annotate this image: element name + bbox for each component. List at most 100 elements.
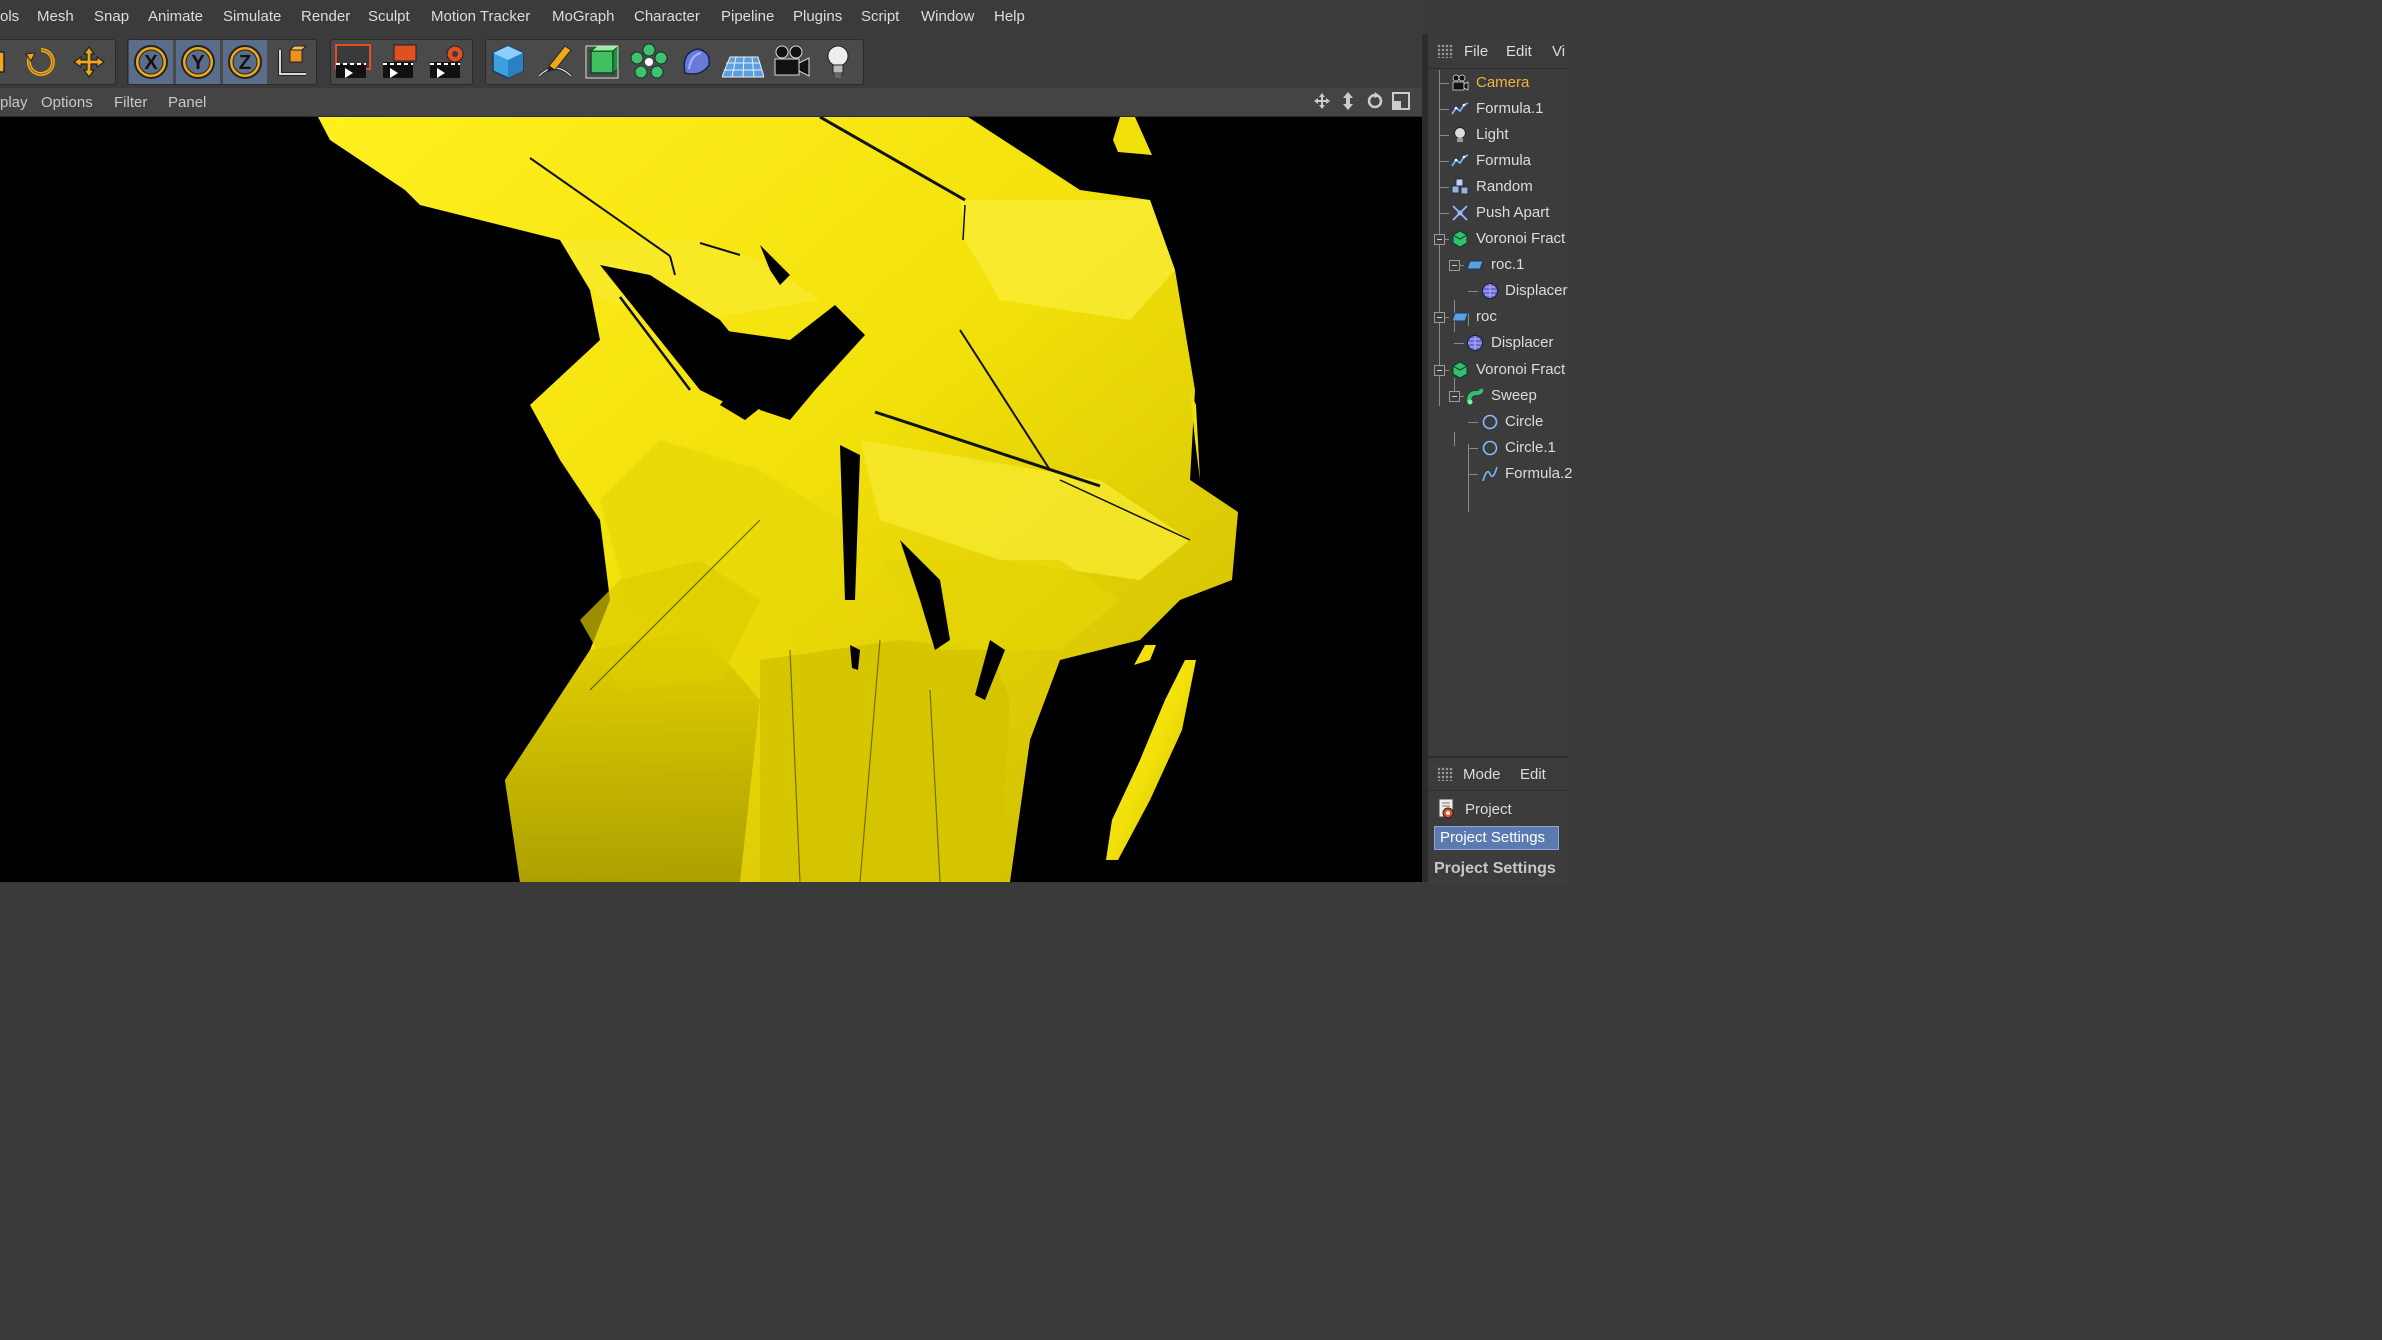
render-view-icon[interactable] bbox=[331, 40, 375, 84]
menu-tools[interactable]: ols bbox=[0, 8, 19, 25]
collapse-toggle-icon[interactable] bbox=[1434, 312, 1445, 323]
displacer-icon bbox=[1466, 334, 1484, 352]
cloner-icon[interactable] bbox=[627, 40, 671, 84]
object-row-circle-1[interactable]: Circle.1 bbox=[1428, 435, 1568, 461]
rotate-view-icon[interactable] bbox=[1366, 92, 1384, 110]
collapse-toggle-icon[interactable] bbox=[1434, 234, 1445, 245]
plane-icon bbox=[1451, 308, 1469, 326]
collapse-toggle-icon[interactable] bbox=[1434, 365, 1445, 376]
object-manager-menu-edit[interactable]: Edit bbox=[1506, 43, 1532, 60]
camera-icon bbox=[1451, 74, 1469, 92]
transform-tools-group bbox=[0, 39, 116, 85]
voronoi-fracture-icon bbox=[1451, 361, 1469, 379]
voronoi-fracture-icon bbox=[1451, 230, 1469, 248]
create-objects-group bbox=[485, 39, 864, 85]
panel-grip-icon[interactable] bbox=[1437, 44, 1453, 58]
section-title: Project Settings bbox=[1434, 860, 1556, 877]
object-row-voronoi-fracture[interactable]: Voronoi Fract bbox=[1428, 226, 1568, 252]
menu-window[interactable]: Window bbox=[921, 8, 974, 25]
menu-help[interactable]: Help bbox=[994, 8, 1025, 25]
menu-mograph[interactable]: MoGraph bbox=[552, 8, 615, 25]
object-manager-menu-file[interactable]: File bbox=[1464, 43, 1488, 60]
object-row-push-apart[interactable]: Push Apart bbox=[1428, 200, 1568, 226]
y-axis-lock-icon[interactable]: Y bbox=[176, 40, 220, 84]
floor-icon[interactable] bbox=[721, 40, 765, 84]
x-axis-lock-icon[interactable]: X bbox=[129, 40, 173, 84]
scale-tool-icon[interactable] bbox=[0, 40, 7, 84]
subdivision-icon[interactable] bbox=[580, 40, 624, 84]
object-row-formula-2[interactable]: Formula.2 bbox=[1428, 461, 1573, 487]
viewport-menu-options[interactable]: Options bbox=[41, 94, 93, 111]
sweep-icon bbox=[1466, 387, 1484, 405]
attribute-manager: Mode Edit Project Project Settings Proje… bbox=[1428, 756, 1568, 884]
object-row-displacer[interactable]: Displacer bbox=[1428, 278, 1568, 304]
deformer-icon[interactable] bbox=[674, 40, 718, 84]
rotate-tool-icon[interactable] bbox=[19, 40, 63, 84]
render-picture-viewer-icon[interactable] bbox=[378, 40, 422, 84]
menu-plugins[interactable]: Plugins bbox=[793, 8, 842, 25]
viewport-menu-panel[interactable]: Panel bbox=[168, 94, 206, 111]
toggle-view-layout-icon[interactable] bbox=[1392, 92, 1410, 110]
object-row-roc[interactable]: roc bbox=[1428, 304, 1568, 330]
object-name: Formula.1 bbox=[1476, 100, 1544, 117]
pan-view-icon[interactable] bbox=[1313, 92, 1331, 110]
object-row-formula-1[interactable]: Formula.1 bbox=[1428, 96, 1568, 122]
collapse-toggle-icon[interactable] bbox=[1449, 260, 1460, 271]
object-name: Push Apart bbox=[1476, 204, 1550, 221]
move-tool-icon[interactable] bbox=[67, 40, 111, 84]
pen-icon[interactable] bbox=[533, 40, 577, 84]
object-name: Formula bbox=[1476, 152, 1532, 169]
formula-spline-icon bbox=[1481, 465, 1499, 483]
axis-lock-group: X Y Z bbox=[127, 39, 317, 85]
main-menubar: ols Mesh Snap Animate Simulate Render Sc… bbox=[0, 0, 1426, 34]
random-effector-icon bbox=[1451, 178, 1469, 196]
menu-mesh[interactable]: Mesh bbox=[37, 8, 74, 25]
object-row-sweep[interactable]: Sweep bbox=[1428, 383, 1568, 409]
3d-viewport[interactable] bbox=[0, 117, 1422, 882]
object-name: roc bbox=[1476, 308, 1497, 325]
main-toolbar: X Y Z bbox=[0, 34, 1426, 88]
panel-grip-icon[interactable] bbox=[1437, 767, 1453, 781]
object-row-camera[interactable]: Camera bbox=[1428, 70, 1568, 96]
formula-spline-icon bbox=[1451, 100, 1469, 118]
object-row-light[interactable]: Light bbox=[1428, 122, 1568, 148]
attribute-menu-edit[interactable]: Edit bbox=[1520, 766, 1546, 783]
fractured-object-render bbox=[318, 117, 1238, 882]
collapse-toggle-icon[interactable] bbox=[1449, 391, 1460, 402]
viewport-menu-display[interactable]: play bbox=[0, 94, 28, 111]
object-row-random[interactable]: Random bbox=[1428, 174, 1568, 200]
object-row-displacer[interactable]: Displacer bbox=[1428, 330, 1568, 356]
coordinate-system-icon[interactable] bbox=[270, 40, 314, 84]
menu-character[interactable]: Character bbox=[634, 8, 700, 25]
object-name: Circle.1 bbox=[1505, 439, 1556, 456]
object-manager-menu-view[interactable]: Vi bbox=[1552, 43, 1565, 60]
displacer-icon bbox=[1481, 282, 1499, 300]
light-icon[interactable] bbox=[816, 40, 860, 84]
camera-icon[interactable] bbox=[769, 40, 813, 84]
viewport-menu-filter[interactable]: Filter bbox=[114, 94, 147, 111]
object-row-formula[interactable]: Formula bbox=[1428, 148, 1568, 174]
project-settings-icon bbox=[1437, 798, 1457, 820]
object-row-roc-1[interactable]: roc.1 bbox=[1428, 252, 1568, 278]
menu-pipeline[interactable]: Pipeline bbox=[721, 8, 774, 25]
menu-motion-tracker[interactable]: Motion Tracker bbox=[431, 8, 530, 25]
menu-sculpt[interactable]: Sculpt bbox=[368, 8, 410, 25]
tab-project-settings[interactable]: Project Settings bbox=[1434, 826, 1559, 850]
circle-spline-icon bbox=[1481, 413, 1499, 431]
object-manager-header: File Edit Vi bbox=[1428, 34, 1568, 69]
menu-animate[interactable]: Animate bbox=[148, 8, 203, 25]
menu-snap[interactable]: Snap bbox=[94, 8, 129, 25]
object-row-voronoi-fracture[interactable]: Voronoi Fract bbox=[1428, 357, 1568, 383]
object-name: roc.1 bbox=[1491, 256, 1525, 273]
cube-icon[interactable] bbox=[486, 40, 530, 84]
object-row-circle[interactable]: Circle bbox=[1428, 409, 1568, 435]
menu-simulate[interactable]: Simulate bbox=[223, 8, 281, 25]
zoom-view-icon[interactable] bbox=[1339, 92, 1357, 110]
menu-script[interactable]: Script bbox=[861, 8, 899, 25]
light-icon bbox=[1451, 126, 1469, 144]
z-axis-lock-icon[interactable]: Z bbox=[223, 40, 267, 84]
object-name: Displacer bbox=[1505, 282, 1568, 299]
menu-render[interactable]: Render bbox=[301, 8, 350, 25]
attribute-menu-mode[interactable]: Mode bbox=[1463, 766, 1501, 783]
render-settings-icon[interactable] bbox=[425, 40, 469, 84]
